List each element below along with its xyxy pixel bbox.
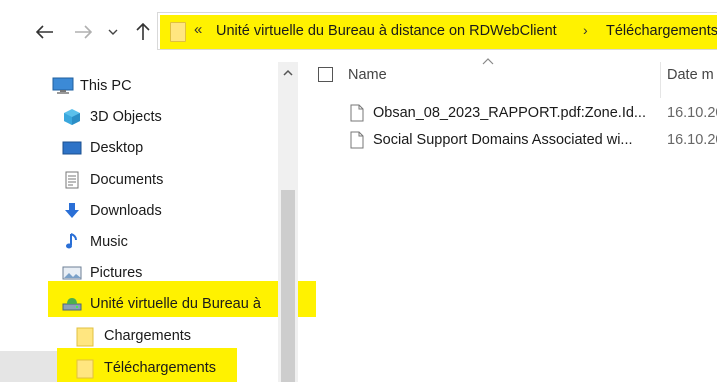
sidebar-item-label: Pictures	[90, 265, 143, 281]
file-row[interactable]: Social Support Domains Associated wi... …	[300, 129, 717, 155]
chevron-down-icon	[108, 29, 118, 35]
music-note-icon	[62, 233, 82, 251]
sidebar-item-music[interactable]: Music	[62, 230, 128, 254]
back-button[interactable]	[30, 18, 60, 46]
sidebar-item-label: Documents	[90, 172, 164, 188]
sidebar-item-remote-drive[interactable]: Unité virtuelle du Bureau à	[62, 292, 261, 316]
computer-icon	[52, 77, 74, 95]
file-date: 16.10.20	[667, 132, 717, 148]
file-date: 16.10.20	[667, 105, 717, 121]
recent-locations-button[interactable]	[102, 18, 124, 46]
sidebar-item-label: Chargements	[104, 328, 192, 344]
folder-icon	[76, 359, 96, 379]
folder-icon	[170, 22, 186, 42]
folder-icon	[76, 327, 96, 347]
arrow-left-icon	[36, 25, 53, 39]
navigation-bar: « Unité virtuelle du Bureau à distance o…	[0, 0, 717, 62]
selection-background	[0, 351, 57, 382]
sidebar-item-this-pc[interactable]: This PC	[52, 74, 132, 98]
sort-ascending-icon	[482, 56, 494, 68]
breadcrumb-separator[interactable]: ›	[583, 22, 588, 38]
sidebar-item-label: 3D Objects	[90, 109, 162, 125]
sidebar-item-pictures[interactable]: Pictures	[62, 261, 142, 285]
arrow-up-icon	[136, 23, 150, 40]
file-icon	[350, 131, 364, 149]
select-all-checkbox[interactable]	[318, 67, 333, 82]
file-row[interactable]: Obsan_08_2023_RAPPORT.pdf:Zone.Id... 16.…	[300, 102, 717, 128]
file-icon	[350, 104, 364, 122]
column-divider[interactable]	[660, 62, 661, 98]
column-header-date[interactable]: Date m	[667, 67, 714, 83]
sidebar-scrollbar[interactable]	[278, 62, 298, 382]
sidebar-item-telechargements[interactable]: Téléchargements	[76, 356, 216, 380]
navigation-pane: This PC 3D Objects Desktop Documents Dow…	[0, 62, 316, 382]
column-header-name[interactable]: Name	[348, 67, 387, 83]
file-name: Obsan_08_2023_RAPPORT.pdf:Zone.Id...	[373, 105, 646, 121]
sidebar-item-label: Downloads	[90, 203, 162, 219]
download-arrow-icon	[62, 202, 82, 220]
document-icon	[62, 171, 82, 189]
desktop-icon	[62, 139, 82, 157]
sidebar-item-documents[interactable]: Documents	[62, 168, 163, 192]
sidebar-item-label: Téléchargements	[104, 360, 217, 376]
breadcrumb-overflow-button[interactable]: «	[194, 21, 202, 38]
address-bar[interactable]: « Unité virtuelle du Bureau à distance o…	[157, 12, 717, 50]
sidebar-item-3d-objects[interactable]: 3D Objects	[62, 105, 162, 129]
sidebar-item-desktop[interactable]: Desktop	[62, 136, 143, 160]
sidebar-item-label: Unité virtuelle du Bureau à	[90, 296, 261, 312]
sidebar-item-label: This PC	[80, 78, 132, 94]
network-drive-icon	[62, 295, 82, 313]
pictures-icon	[62, 264, 82, 282]
file-list: Name Date m Obsan_08_2023_RAPPORT.pdf:Zo…	[300, 58, 717, 382]
sidebar-item-label: Music	[90, 234, 128, 250]
breadcrumb-remote-drive[interactable]: Unité virtuelle du Bureau à distance on …	[216, 23, 557, 39]
sidebar-item-chargements[interactable]: Chargements	[76, 324, 191, 348]
scroll-up-button[interactable]	[278, 62, 298, 84]
sidebar-item-label: Desktop	[90, 140, 144, 156]
breadcrumb-telechargements[interactable]: Téléchargements	[606, 23, 717, 39]
sidebar-item-downloads[interactable]: Downloads	[62, 199, 162, 223]
file-name: Social Support Domains Associated wi...	[373, 132, 633, 148]
chevron-up-icon	[283, 69, 293, 76]
cube-icon	[62, 108, 82, 126]
up-button[interactable]	[128, 18, 158, 46]
forward-button[interactable]	[68, 18, 98, 46]
scroll-thumb[interactable]	[281, 190, 295, 382]
arrow-right-icon	[75, 25, 92, 39]
